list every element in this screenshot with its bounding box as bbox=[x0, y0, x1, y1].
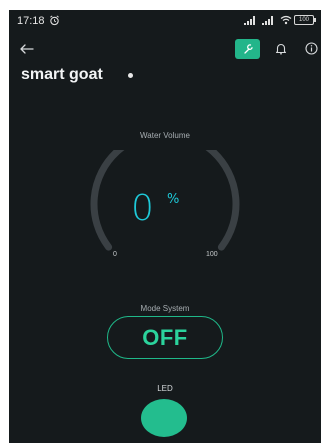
gauge-value: 0 bbox=[131, 188, 154, 229]
battery-icon: 100 bbox=[294, 15, 316, 25]
signal-icon bbox=[244, 16, 255, 25]
led-label: LED bbox=[157, 384, 173, 393]
led-button[interactable] bbox=[141, 399, 187, 437]
bell-icon[interactable] bbox=[275, 42, 287, 55]
wrench-icon bbox=[243, 44, 253, 54]
settings-button[interactable] bbox=[235, 39, 260, 59]
status-bar: 17:18 100 bbox=[9, 10, 321, 32]
app-screen: 17:18 100 smart goat Water Volume 0 % 0 … bbox=[9, 10, 321, 443]
status-time: 17:18 bbox=[17, 15, 45, 27]
gauge-min-label: 0 bbox=[113, 251, 117, 258]
info-icon[interactable] bbox=[305, 42, 318, 55]
mode-system-toggle[interactable]: OFF bbox=[107, 316, 223, 359]
device-title: smart goat bbox=[21, 66, 103, 83]
gauge-label: Water Volume bbox=[140, 131, 190, 140]
wifi-icon bbox=[280, 15, 292, 25]
back-arrow-icon[interactable] bbox=[20, 44, 34, 54]
mode-system-label: Mode System bbox=[140, 304, 190, 313]
gauge-unit: % bbox=[167, 192, 180, 207]
gauge-track bbox=[90, 150, 240, 251]
online-status-dot bbox=[128, 73, 133, 78]
alarm-icon bbox=[50, 15, 59, 26]
gauge-max-label: 100 bbox=[206, 251, 218, 258]
signal-icon bbox=[262, 16, 273, 25]
water-volume-gauge bbox=[90, 150, 240, 251]
